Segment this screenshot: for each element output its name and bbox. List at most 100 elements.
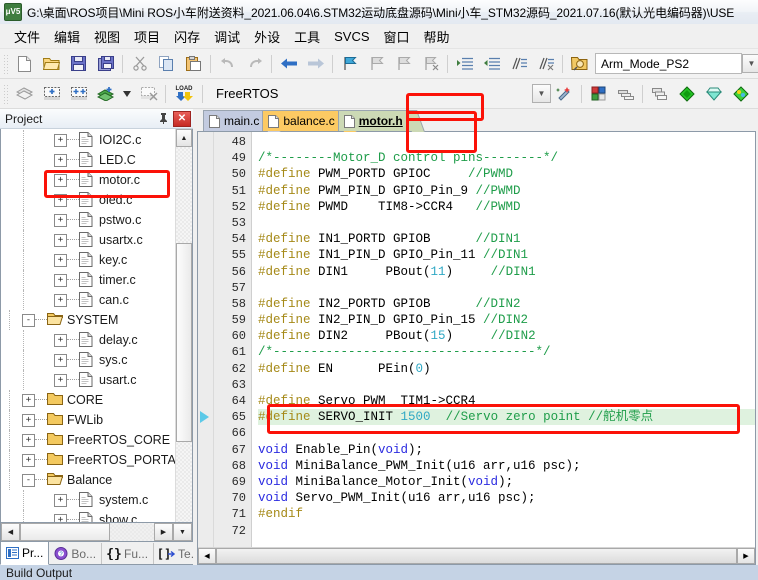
tree-item-motor-c[interactable]: + motor.c [1, 170, 175, 190]
editor-horizontal-scrollbar[interactable]: ◀ ▶ [198, 547, 755, 564]
code-line[interactable] [258, 215, 755, 231]
tree-item-timer-c[interactable]: + timer.c [1, 270, 175, 290]
code-line[interactable]: void Servo_PWM_Init(u16 arr,u16 psc); [258, 490, 755, 506]
scroll-right-arrow[interactable]: ▶ [154, 523, 173, 541]
expand-icon[interactable]: + [54, 213, 67, 227]
menu-peripherals[interactable]: 外设 [247, 25, 287, 48]
expand-icon[interactable]: + [54, 233, 67, 247]
menu-svcs[interactable]: SVCS [327, 27, 376, 46]
panel-tab-books[interactable]: ? Bo... [49, 543, 103, 564]
menu-edit[interactable]: 编辑 [47, 25, 87, 48]
new-file-icon[interactable] [12, 51, 37, 76]
collapse-icon[interactable]: - [22, 473, 35, 487]
panel-tab-functions[interactable]: {}Fu... [102, 543, 155, 564]
tree-item-pstwo-c[interactable]: + pstwo.c [1, 210, 175, 230]
scroll-right-arrow[interactable]: ▶ [737, 548, 755, 564]
menu-view[interactable]: 视图 [87, 25, 127, 48]
cut-icon[interactable] [127, 51, 152, 76]
code-line[interactable] [258, 134, 755, 150]
code-line[interactable]: #define PWM_PIN_D GPIO_Pin_9 //PWMD [258, 183, 755, 199]
code-line[interactable]: #define DIN1 PBout(11) //DIN1 [258, 264, 755, 280]
hscroll-thumb[interactable] [20, 523, 110, 541]
stop-build-icon[interactable] [136, 81, 161, 106]
bookmark-toggle-icon[interactable] [337, 51, 362, 76]
save-icon[interactable] [66, 51, 91, 76]
config-wizard-icon[interactable] [552, 81, 577, 106]
scroll-thumb[interactable] [176, 243, 192, 442]
code-line[interactable]: void Enable_Pin(void); [258, 442, 755, 458]
bookmark-clear-icon[interactable] [418, 51, 443, 76]
menu-tools[interactable]: 工具 [287, 25, 327, 48]
code-line[interactable]: #define Servo_PWM TIM1->CCR4 [258, 393, 755, 409]
tree-item-core[interactable]: + CORE [1, 390, 175, 410]
project-tree-horizontal-scrollbar[interactable]: ◀ ▶ ▼ [0, 523, 193, 542]
expand-icon[interactable]: + [22, 433, 35, 447]
undo-icon[interactable] [215, 51, 240, 76]
menu-debug[interactable]: 调试 [207, 25, 247, 48]
panel-tab-project[interactable]: Pr... [0, 541, 50, 565]
manage-project-icon[interactable] [586, 81, 611, 106]
build-icon[interactable] [39, 81, 64, 106]
build-target-chevron-down-icon[interactable]: ▼ [532, 84, 551, 103]
code-line[interactable]: #define PWMD TIM8->CCR4 //PWMD [258, 199, 755, 215]
tree-item-freertos-portable[interactable]: + FreeRTOS_PORTABLE [1, 450, 175, 470]
paste-icon[interactable] [181, 51, 206, 76]
code-line[interactable]: #define IN1_PIN_D GPIO_Pin_11 //DIN1 [258, 247, 755, 263]
comment-icon[interactable] [506, 51, 531, 76]
navigate-back-icon[interactable] [276, 51, 301, 76]
menu-flash[interactable]: 闪存 [167, 25, 207, 48]
copy-icon[interactable] [154, 51, 179, 76]
doc-tab-motor-h[interactable]: motor.h [337, 110, 425, 132]
bookmark-prev-icon[interactable] [364, 51, 389, 76]
code-line[interactable]: #define IN1_PORTD GPIOB //DIN1 [258, 231, 755, 247]
toolbar-grip[interactable] [2, 82, 9, 105]
collapse-icon[interactable]: - [22, 313, 35, 327]
project-tree-vertical-scrollbar[interactable]: ▲ [175, 129, 192, 522]
tree-item-led-c[interactable]: + LED.C [1, 150, 175, 170]
code-line[interactable]: /*-----------------------------------*/ [258, 344, 755, 360]
code-line[interactable]: #define DIN2 PBout(15) //DIN2 [258, 328, 755, 344]
scroll-up-arrow[interactable]: ▲ [176, 129, 192, 147]
hscroll-track[interactable] [20, 523, 154, 541]
tree-item-usartx-c[interactable]: + usartx.c [1, 230, 175, 250]
menu-window[interactable]: 窗口 [377, 25, 417, 48]
target-selector-chevron-down-icon[interactable]: ▼ [742, 54, 758, 73]
editor-marker-gutter[interactable] [198, 132, 214, 547]
expand-icon[interactable]: + [54, 333, 67, 347]
cyan-diamond-icon[interactable] [701, 81, 726, 106]
code-line[interactable]: void MiniBalance_Motor_Init(void); [258, 474, 755, 490]
tree-item-freertos-core[interactable]: + FreeRTOS_CORE [1, 430, 175, 450]
tree-item-can-c[interactable]: + can.c [1, 290, 175, 310]
target-selector[interactable]: Arm_Mode_PS2 [595, 53, 742, 74]
expand-icon[interactable]: + [54, 373, 67, 387]
open-folder-icon[interactable] [39, 51, 64, 76]
code-line[interactable]: #endif [258, 506, 755, 522]
green-diamond-icon[interactable] [674, 81, 699, 106]
tree-item-delay-c[interactable]: + delay.c [1, 330, 175, 350]
uncomment-icon[interactable] [533, 51, 558, 76]
save-all-icon[interactable] [93, 51, 118, 76]
code-line[interactable]: #define PWM_PORTD GPIOC //PWMD [258, 166, 755, 182]
doc-tab-balance-c[interactable]: balance.c [262, 110, 357, 132]
code-line[interactable]: /*--------Motor_D control pins--------*/ [258, 150, 755, 166]
hscroll-thumb[interactable] [216, 548, 737, 564]
indent-icon[interactable] [452, 51, 477, 76]
tree-item-ioi2c-c[interactable]: + IOI2C.c [1, 130, 175, 150]
multi-diamond-icon[interactable] [728, 81, 753, 106]
redo-icon[interactable] [242, 51, 267, 76]
code-line[interactable]: #define IN2_PIN_D GPIO_Pin_15 //DIN2 [258, 312, 755, 328]
outdent-icon[interactable] [479, 51, 504, 76]
tree-item-show-c[interactable]: + show.c [1, 510, 175, 522]
expand-icon[interactable]: + [54, 273, 67, 287]
bookmark-next-icon[interactable] [391, 51, 416, 76]
tree-item-key-c[interactable]: + key.c [1, 250, 175, 270]
expand-icon[interactable]: + [22, 393, 35, 407]
scroll-left-arrow[interactable]: ◀ [198, 548, 216, 564]
translate-icon[interactable] [12, 81, 37, 106]
close-icon[interactable]: ✕ [173, 110, 191, 127]
pin-icon[interactable] [156, 111, 171, 126]
code-line[interactable] [258, 425, 755, 441]
code-text[interactable]: /*--------Motor_D control pins--------*/… [251, 132, 755, 547]
expand-icon[interactable]: + [54, 173, 67, 187]
window-cascade-icon[interactable] [647, 81, 672, 106]
